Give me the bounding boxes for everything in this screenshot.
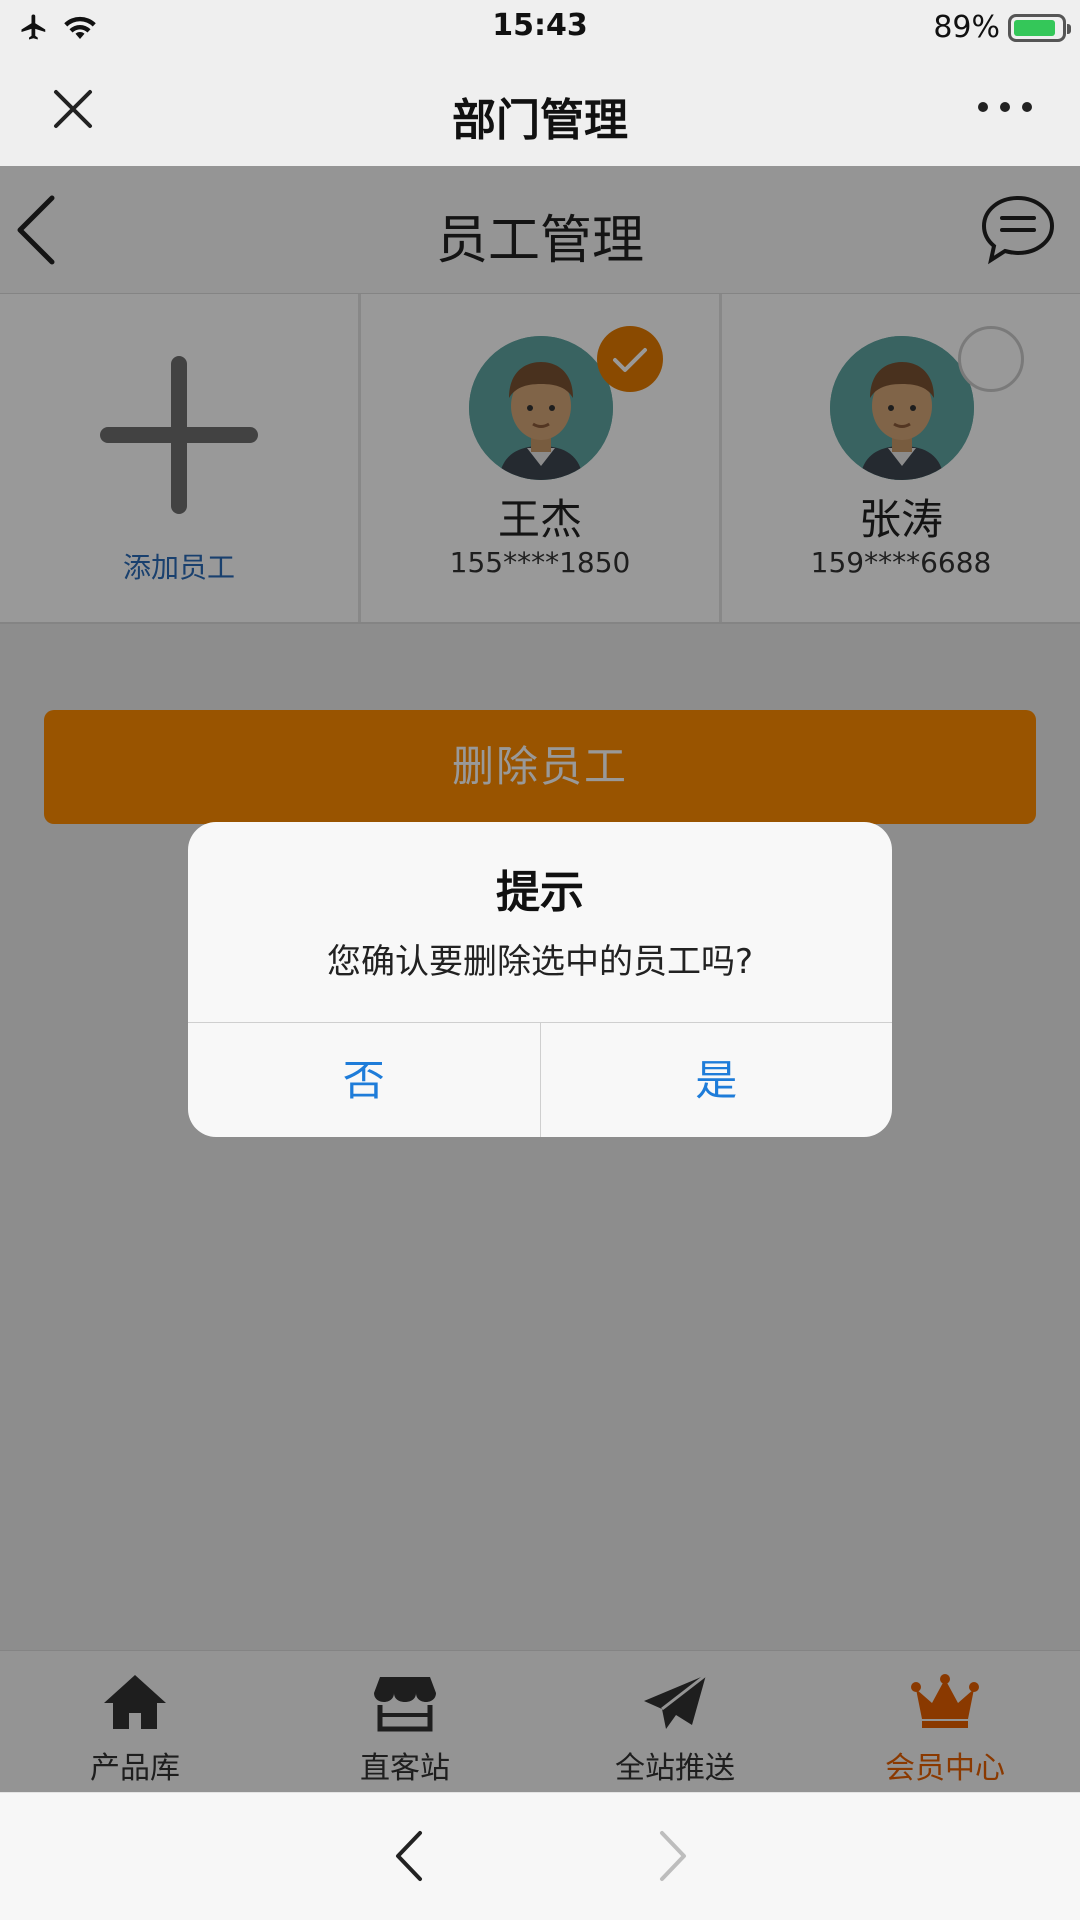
battery-icon bbox=[1008, 13, 1071, 42]
dialog-message: 您确认要删除选中的员工吗? bbox=[326, 942, 754, 982]
battery-percent: 89% bbox=[933, 10, 1000, 45]
more-options-icon[interactable] bbox=[978, 102, 1032, 112]
confirm-button[interactable]: 是 bbox=[541, 1023, 893, 1137]
browser-forward-icon[interactable] bbox=[652, 1827, 692, 1885]
dialog-actions: 否 是 bbox=[188, 1022, 892, 1137]
cancel-button[interactable]: 否 bbox=[188, 1023, 541, 1137]
confirm-dialog: 提示 您确认要删除选中的员工吗? 否 是 bbox=[188, 822, 892, 1137]
browser-nav-bar bbox=[0, 1792, 1080, 1920]
miniprogram-nav-bar: 部门管理 bbox=[0, 56, 1080, 166]
battery-indicator: 89% bbox=[933, 10, 1071, 45]
nav-title: 部门管理 bbox=[452, 95, 628, 146]
battery-fill bbox=[1014, 19, 1055, 36]
dialog-title: 提示 bbox=[496, 867, 584, 918]
status-bar: 15:43 89% bbox=[0, 0, 1080, 56]
browser-back-icon[interactable] bbox=[390, 1827, 430, 1885]
status-time: 15:43 bbox=[492, 8, 588, 43]
